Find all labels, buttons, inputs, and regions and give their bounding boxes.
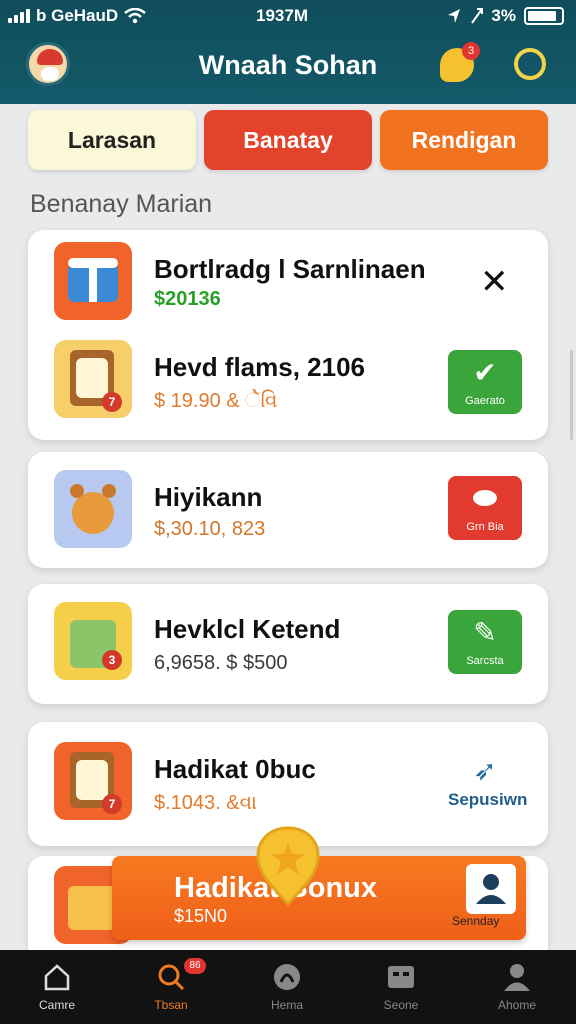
list-item[interactable]: Bortlradg l Sarnlinaen $20136 ✕ <box>28 232 548 332</box>
nav-item-tbsan[interactable]: 86 Tbsan <box>116 950 226 1024</box>
home-icon <box>44 964 70 991</box>
nav-item-camre[interactable]: Camre <box>2 950 112 1024</box>
list-card: Bortlradg l Sarnlinaen $20136 ✕ 7 Hevd f… <box>28 230 548 440</box>
share-button[interactable]: ➶ Sepusiwn <box>448 748 527 812</box>
check-icon: ✔ <box>473 357 497 388</box>
item-title: Hevklcl Ketend <box>154 614 341 644</box>
user-icon[interactable] <box>466 864 516 914</box>
item-price: $ 19.90 & ેૅવિ <box>154 390 278 412</box>
top-bar: b GeHauD 1937M 3% Wnaah Sohan 3 <box>0 0 576 104</box>
nav-item-hema[interactable]: Hema <box>232 950 342 1024</box>
item-title: Bortlradg l Sarnlinaen <box>154 254 426 284</box>
battery-percent: 3% <box>491 6 516 25</box>
scrollbar[interactable] <box>570 350 573 440</box>
pencil-icon: ✎ <box>473 617 497 648</box>
status-time: 1937M <box>256 6 308 25</box>
battery-icon <box>524 7 564 25</box>
remove-button[interactable]: ⬬ Grn Bia <box>448 476 522 540</box>
edit-button[interactable]: ✎ Sarcsta <box>448 610 522 674</box>
chat-badge: 3 <box>462 42 480 60</box>
item-price: 6,9658. $ $500 <box>154 652 288 674</box>
card-icon <box>388 966 414 988</box>
nav-item-seone[interactable]: Seone <box>346 950 456 1024</box>
bonus-amount: $15N0 <box>174 906 228 926</box>
bonus-user-label: Sennday <box>452 914 500 928</box>
page-title: Wnaah Sohan <box>198 50 378 80</box>
status-bar: b GeHauD 1937M 3% <box>0 4 576 28</box>
bear-icon <box>54 470 132 548</box>
confirm-button[interactable]: ✔ Gaerato <box>448 350 522 414</box>
item-title: Hiyikann <box>154 482 263 512</box>
orientation-icon <box>471 8 484 24</box>
bottom-nav: Camre 86 Tbsan Hema Seone Ahome <box>0 950 576 1024</box>
explore-icon <box>274 964 300 990</box>
nav-badge: 86 <box>184 958 206 974</box>
list-card: Hiyikann $,30.10, 823 ⬬ Grn Bia <box>28 452 548 568</box>
tab-rendigan[interactable]: Rendigan <box>380 110 548 170</box>
wifi-icon <box>124 8 146 24</box>
list-item[interactable]: 3 Hevklcl Ketend 6,9658. $ $500 ✎ Sarcst… <box>28 594 548 694</box>
section-title: Benanay Marian <box>30 190 213 218</box>
tab-banatay[interactable]: Banatay <box>204 110 372 170</box>
list-card: 3 Hevklcl Ketend 6,9658. $ $500 ✎ Sarcst… <box>28 584 548 704</box>
item-title: Hadikat 0buc <box>154 754 316 784</box>
basket-icon <box>54 242 132 320</box>
nav-item-ahome[interactable]: Ahome <box>462 950 572 1024</box>
item-price: $.1043. &વા <box>154 792 257 814</box>
tag-icon: ⬬ <box>473 482 497 513</box>
tab-larasan[interactable]: Larasan <box>28 110 196 170</box>
list-item[interactable]: 7 Hevd flams, 2106 $ 19.90 & ેૅવિ ✔ Gaer… <box>28 334 548 434</box>
close-icon[interactable]: ✕ <box>480 262 509 302</box>
search-icon <box>158 964 185 991</box>
item-title: Hevd flams, 2106 <box>154 352 366 382</box>
profile-icon <box>504 964 530 991</box>
share-icon: ➶ <box>473 755 497 786</box>
carrier-label: b GeHauD <box>36 6 119 25</box>
list-item[interactable]: Hiyikann $,30.10, 823 ⬬ Grn Bia <box>28 460 548 560</box>
ring-icon[interactable] <box>514 48 546 80</box>
carrier: b GeHauD <box>8 6 146 26</box>
signal-icon <box>8 9 30 23</box>
shopping-bag-icon: 3 <box>54 602 132 680</box>
location-icon <box>448 9 461 23</box>
item-price: $20136 <box>154 288 221 310</box>
star-medal-icon <box>256 826 320 906</box>
receipt-icon: 7 <box>54 742 132 820</box>
status-right: 3% <box>447 6 564 26</box>
list-item[interactable]: 7 Hadikat 0buc $.1043. &વા ➶ Sepusiwn <box>28 734 548 834</box>
receipt-icon: 7 <box>54 340 132 418</box>
item-price: $,30.10, 823 <box>154 518 266 540</box>
